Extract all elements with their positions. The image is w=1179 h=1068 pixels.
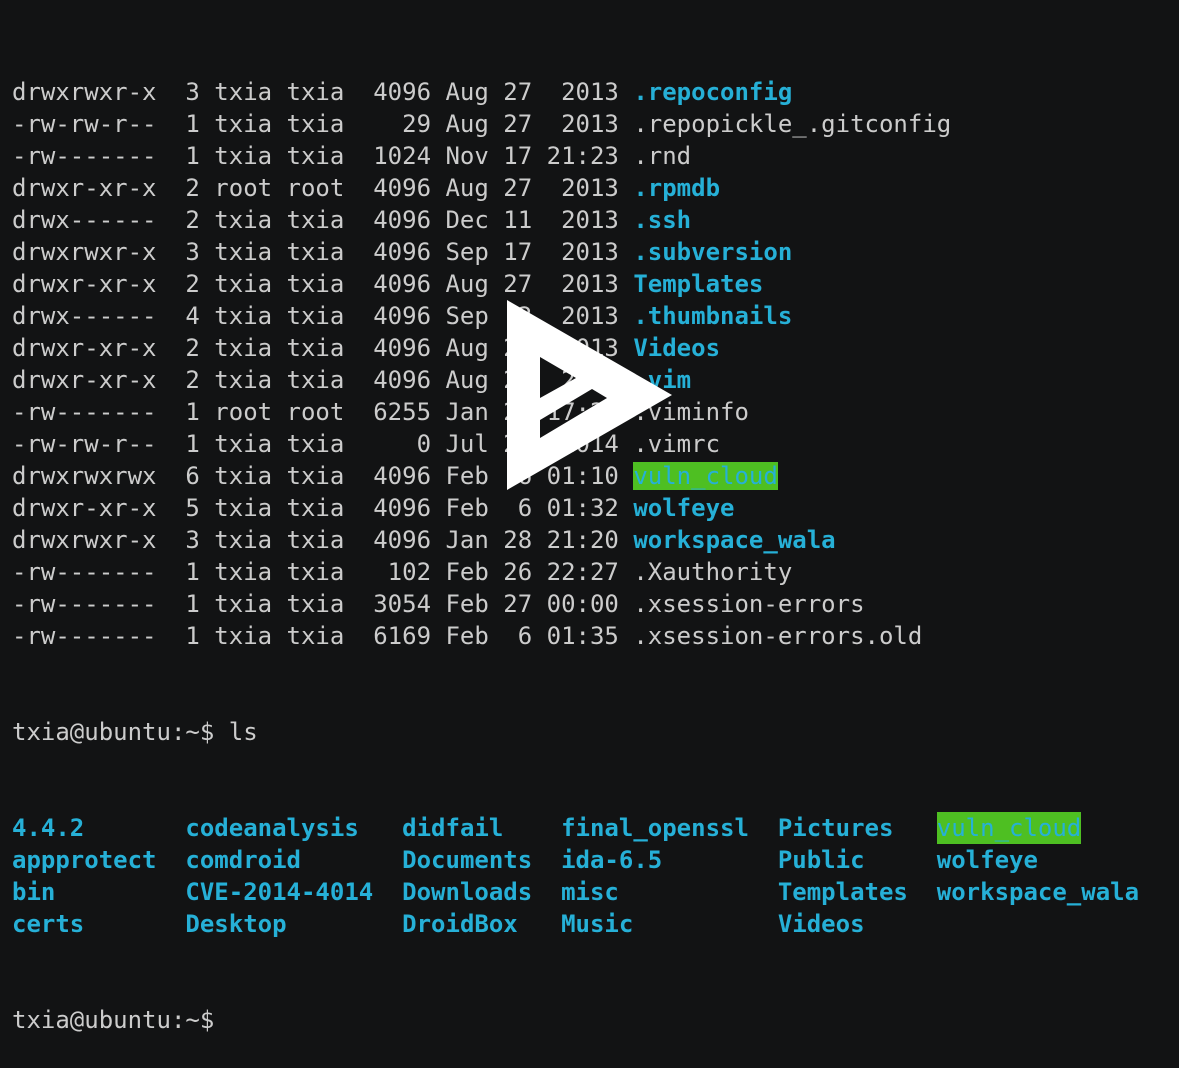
ls-entry: didfail [402, 814, 504, 842]
play-icon[interactable] [0, 0, 1179, 792]
ls-entry: Videos [777, 910, 865, 938]
ls-entry: CVE-2014-4014 [185, 878, 374, 906]
ls-entry: final_openssl [561, 814, 749, 842]
ls-entry: Documents [402, 846, 533, 874]
ls-entry: wolfeye [936, 846, 1038, 874]
ls-row: bin CVE-2014-4014 Downloads misc Templates wo… [12, 876, 1139, 908]
ls-entry: Templates [777, 878, 908, 906]
ls-entry: codeanalysis [185, 814, 359, 842]
ls-entry: DroidBox [402, 910, 518, 938]
ls-row: appprotect comdroid Documents ida-6.5 Public… [12, 844, 1139, 876]
ls-output: 4.4.2 codeanalysis didfail final_openssl Pic… [12, 812, 1139, 940]
ls-entry: Public [777, 846, 865, 874]
ls-entry: appprotect [12, 846, 157, 874]
ls-entry: 4.4.2 [12, 814, 85, 842]
ls-entry: certs [12, 910, 85, 938]
ls-entry: vuln_cloud [936, 812, 1082, 844]
ls-entry: ida-6.5 [561, 846, 663, 874]
ls-row: 4.4.2 codeanalysis didfail final_openssl Pic… [12, 812, 1139, 844]
ls-entry: bin [12, 878, 56, 906]
ls-entry: Downloads [402, 878, 533, 906]
ls-entry: Desktop [185, 910, 287, 938]
ls-entry: Pictures [777, 814, 894, 842]
ls-entry: Music [561, 910, 634, 938]
ls-entry: comdroid [185, 846, 301, 874]
ls-entry: misc [561, 878, 619, 906]
prompt-current[interactable]: txia@ubuntu:~$ [12, 1004, 1139, 1036]
ls-entry: workspace_wala [936, 878, 1140, 906]
ls-row: certs Desktop DroidBox Music Videos [12, 908, 1139, 940]
